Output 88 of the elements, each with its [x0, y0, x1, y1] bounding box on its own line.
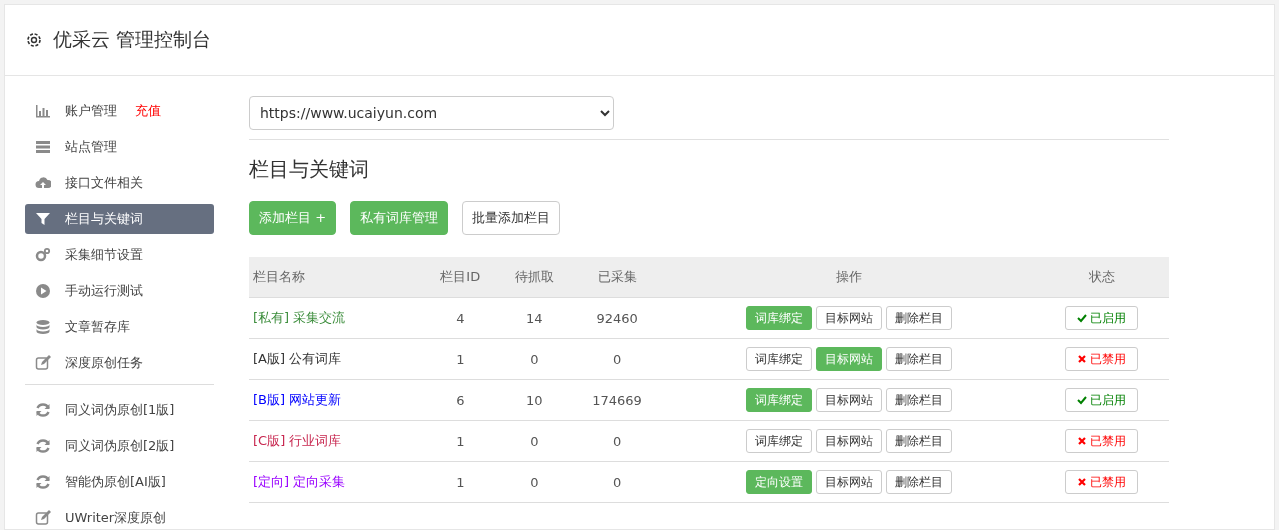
sidebar-item[interactable]: 深度原创任务: [25, 348, 214, 378]
close-icon: [1077, 477, 1088, 487]
action-button[interactable]: 删除栏目: [886, 429, 953, 453]
sidebar-item[interactable]: 同义词伪原创[1版]: [25, 395, 214, 425]
bar-chart-icon: [35, 103, 51, 119]
sidebar-item[interactable]: UWriter深度原创: [25, 503, 214, 530]
close-icon: [1077, 436, 1088, 446]
sidebar-label: 同义词伪原创[2版]: [65, 437, 175, 455]
sidebar-item[interactable]: 站点管理: [25, 132, 214, 162]
column-name-cell: [A版] 公有词库: [249, 338, 423, 380]
table-cell: 174669: [570, 379, 664, 421]
column-name-cell: [定向] 定向采集: [249, 461, 423, 503]
sidebar-label: 账户管理: [65, 102, 117, 120]
status-button[interactable]: 已启用: [1065, 388, 1139, 412]
table-cell: 4: [422, 297, 498, 339]
action-button[interactable]: 目标网站: [816, 429, 883, 453]
sidebar-item[interactable]: 账户管理 充值: [25, 96, 214, 126]
sidebar-label: 采集细节设置: [65, 246, 143, 264]
table-cell: 14: [497, 297, 571, 339]
table-cell: 0: [570, 338, 664, 380]
sidebar-label: 手动运行测试: [65, 282, 143, 300]
sidebar-item[interactable]: 栏目与关键词: [25, 204, 214, 234]
check-icon: [1077, 313, 1088, 323]
action-button[interactable]: 词库绑定: [746, 347, 813, 371]
column-header: 待抓取: [497, 257, 571, 298]
table-cell: 1: [422, 461, 498, 503]
section-title: 栏目与关键词: [249, 156, 370, 183]
sidebar-label: UWriter深度原创: [65, 509, 167, 527]
column-header: 栏目ID: [422, 257, 498, 298]
filter-icon: [35, 211, 51, 227]
edit-icon: [35, 355, 51, 371]
column-name-cell: [私有] 采集交流: [249, 297, 423, 339]
column-header: 栏目名称: [249, 257, 423, 298]
play-icon: [35, 283, 51, 299]
action-button[interactable]: 删除栏目: [886, 306, 953, 330]
column-header: 状态: [1034, 257, 1169, 298]
sidebar-label: 深度原创任务: [65, 354, 143, 372]
table-cell: 0: [570, 461, 664, 503]
refresh-icon: [35, 438, 51, 454]
table-cell: 0: [497, 420, 571, 462]
sidebar-item[interactable]: 接口文件相关: [25, 168, 214, 198]
close-icon: [1077, 354, 1088, 364]
action-button[interactable]: 删除栏目: [886, 388, 953, 412]
edit-icon: [35, 510, 51, 526]
column-name-cell: [B版] 网站更新: [249, 379, 423, 421]
status-button[interactable]: 已禁用: [1065, 429, 1139, 453]
table-cell: 0: [497, 338, 571, 380]
status-button[interactable]: 已禁用: [1065, 470, 1139, 494]
sidebar-label: 同义词伪原创[1版]: [65, 401, 175, 419]
action-button[interactable]: 目标网站: [816, 306, 883, 330]
toolbar-button[interactable]: 批量添加栏目: [462, 201, 561, 235]
sidebar-item[interactable]: 手动运行测试: [25, 276, 214, 306]
app-title: 优采云 管理控制台: [53, 27, 212, 52]
table-cell: 92460: [570, 297, 664, 339]
database-icon: [35, 319, 51, 335]
sidebar-item[interactable]: 同义词伪原创[2版]: [25, 431, 214, 461]
sidebar-item[interactable]: 智能伪原创[AI版]: [25, 467, 214, 497]
table-cell: 0: [497, 461, 571, 503]
sidebar-item[interactable]: 采集细节设置: [25, 240, 214, 270]
sidebar-label: 站点管理: [65, 138, 117, 156]
column-header: 操作: [663, 257, 1035, 298]
column-header: 已采集: [570, 257, 664, 298]
action-button[interactable]: 目标网站: [816, 388, 883, 412]
action-button[interactable]: 目标网站: [816, 470, 883, 494]
recharge-link[interactable]: 充值: [135, 102, 161, 120]
table-cell: 0: [570, 420, 664, 462]
table-cell: 10: [497, 379, 571, 421]
refresh-icon: [35, 474, 51, 490]
column-name-cell: [C版] 行业词库: [249, 420, 423, 462]
sidebar-item[interactable]: 文章暂存库: [25, 312, 214, 342]
table-cell: 1: [422, 420, 498, 462]
settings-icon: [25, 31, 43, 49]
action-button[interactable]: 删除栏目: [886, 470, 953, 494]
sidebar-label: 智能伪原创[AI版]: [65, 473, 166, 491]
action-button[interactable]: 词库绑定: [746, 429, 813, 453]
status-button[interactable]: 已启用: [1065, 306, 1139, 330]
server-icon: [35, 139, 51, 155]
sidebar-label: 接口文件相关: [65, 174, 143, 192]
cloud-upload-icon: [35, 175, 51, 191]
table-cell: 1: [422, 338, 498, 380]
status-button[interactable]: 已禁用: [1065, 347, 1139, 371]
refresh-icon: [35, 402, 51, 418]
sidebar-label: 栏目与关键词: [65, 210, 143, 228]
site-select[interactable]: https://www.ucaiyun.com: [249, 96, 614, 130]
sidebar-label: 文章暂存库: [65, 318, 130, 336]
check-icon: [1077, 395, 1088, 405]
action-button[interactable]: 删除栏目: [886, 347, 953, 371]
table-cell: 6: [422, 379, 498, 421]
